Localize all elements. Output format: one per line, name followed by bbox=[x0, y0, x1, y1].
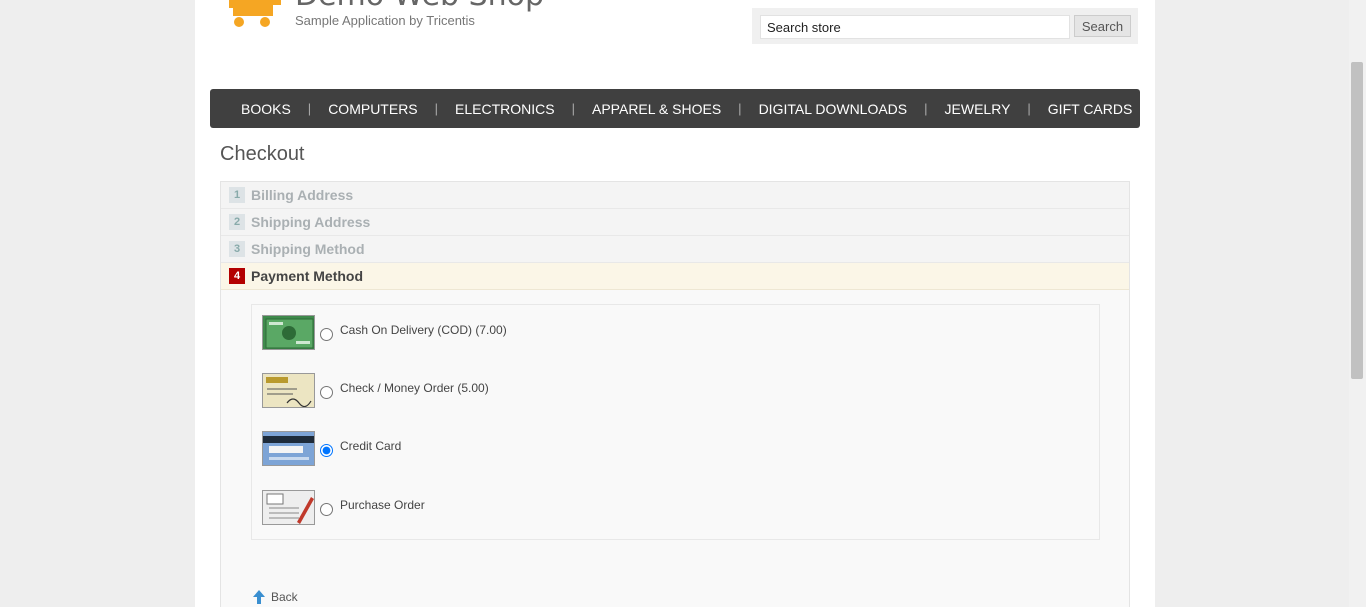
step-number: 3 bbox=[229, 241, 245, 257]
step-shipping-address[interactable]: 2 Shipping Address bbox=[221, 209, 1129, 236]
site-subtitle: Sample Application by Tricentis bbox=[295, 13, 475, 28]
payment-radio-check[interactable] bbox=[320, 386, 333, 399]
cash-card-icon bbox=[262, 315, 315, 350]
step-label: Shipping Method bbox=[251, 241, 365, 257]
nav-item-apparel-shoes[interactable]: APPAREL & SHOES bbox=[575, 101, 738, 117]
nav-item-books[interactable]: BOOKS bbox=[224, 101, 308, 117]
payment-radio-purchase-order[interactable] bbox=[320, 503, 333, 516]
payment-method-list: Cash On Delivery (COD) (7.00) Check / Mo… bbox=[251, 304, 1100, 540]
site-title[interactable]: Demo Web Shop bbox=[295, 0, 544, 13]
nav-link[interactable]: BOOKS bbox=[224, 101, 308, 117]
nav-item-jewelry[interactable]: JEWELRY bbox=[928, 101, 1028, 117]
payment-method-check: Check / Money Order (5.00) bbox=[262, 373, 489, 408]
checkout-steps: 1 Billing Address 2 Shipping Address 3 S… bbox=[220, 181, 1130, 607]
step-number: 4 bbox=[229, 268, 245, 284]
nav-link[interactable]: COMPUTERS bbox=[311, 101, 434, 117]
payment-label[interactable]: Purchase Order bbox=[340, 498, 425, 512]
arrow-up-icon bbox=[253, 590, 265, 604]
step-label: Payment Method bbox=[251, 268, 364, 284]
nav-link[interactable]: ELECTRONICS bbox=[438, 101, 572, 117]
payment-label[interactable]: Check / Money Order (5.00) bbox=[340, 381, 489, 395]
purchase-order-icon bbox=[262, 490, 315, 525]
payment-label[interactable]: Cash On Delivery (COD) (7.00) bbox=[340, 323, 507, 337]
payment-radio-cod[interactable] bbox=[320, 328, 333, 341]
nav-item-digital-downloads[interactable]: DIGITAL DOWNLOADS bbox=[742, 101, 925, 117]
back-label[interactable]: Back bbox=[271, 590, 298, 604]
search-button[interactable]: Search bbox=[1074, 15, 1131, 37]
page-container: Demo Web Shop Sample Application by Tric… bbox=[195, 0, 1155, 607]
step-number: 1 bbox=[229, 187, 245, 203]
payment-radio-credit-card[interactable] bbox=[320, 444, 333, 457]
step-number: 2 bbox=[229, 214, 245, 230]
nav-item-gift-cards[interactable]: GIFT CARDS bbox=[1031, 101, 1150, 117]
top-menu: BOOKS | COMPUTERS | ELECTRONICS | APPARE… bbox=[210, 89, 1140, 128]
payment-method-credit-card: Credit Card bbox=[262, 431, 401, 466]
nav-link[interactable]: JEWELRY bbox=[928, 101, 1028, 117]
step-payment-method: 4 Payment Method bbox=[221, 263, 1129, 290]
step-shipping-method[interactable]: 3 Shipping Method bbox=[221, 236, 1129, 263]
nav-link[interactable]: DIGITAL DOWNLOADS bbox=[742, 101, 925, 117]
step-label: Shipping Address bbox=[251, 214, 371, 230]
nav-link[interactable]: APPAREL & SHOES bbox=[575, 101, 738, 117]
nav-item-computers[interactable]: COMPUTERS bbox=[311, 101, 434, 117]
nav-item-electronics[interactable]: ELECTRONICS bbox=[438, 101, 572, 117]
shopping-cart-icon[interactable] bbox=[225, 0, 285, 30]
page-title: Checkout bbox=[220, 143, 305, 165]
credit-card-icon bbox=[262, 431, 315, 466]
payment-label[interactable]: Credit Card bbox=[340, 439, 401, 453]
nav-link[interactable]: GIFT CARDS bbox=[1031, 101, 1150, 117]
search-input[interactable] bbox=[760, 15, 1070, 39]
step-label: Billing Address bbox=[251, 187, 354, 203]
step-billing-address[interactable]: 1 Billing Address bbox=[221, 182, 1129, 209]
search-box: Search bbox=[752, 8, 1138, 44]
check-icon bbox=[262, 373, 315, 408]
back-link[interactable]: Back bbox=[253, 590, 298, 604]
vertical-scrollbar[interactable] bbox=[1349, 0, 1366, 607]
payment-method-cod: Cash On Delivery (COD) (7.00) bbox=[262, 315, 507, 350]
payment-method-purchase-order: Purchase Order bbox=[262, 490, 425, 525]
scrollbar-thumb[interactable] bbox=[1351, 62, 1363, 379]
